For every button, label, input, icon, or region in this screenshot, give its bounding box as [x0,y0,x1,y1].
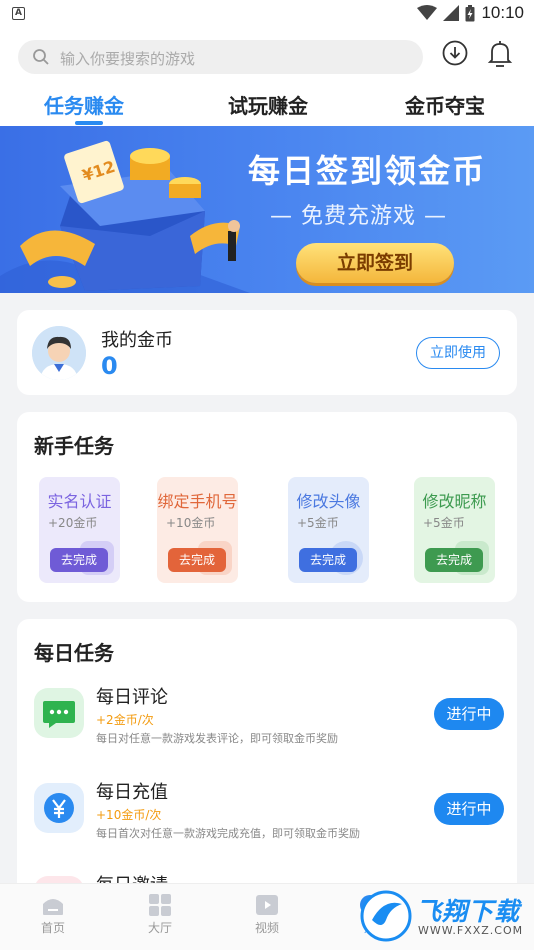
notification-a-icon: A [12,7,25,20]
chat-icon [34,688,84,738]
banner-subtitle: — 免费充游戏 — [270,204,447,229]
tab-coin-treasure[interactable]: 金币夺宝 [405,90,485,119]
task-reward: +5金币 [423,516,465,530]
task-name: 绑定手机号 [157,492,238,511]
tab-task-earn[interactable]: 任务赚金 [44,90,124,119]
task-name: 每日评论 [96,687,168,708]
daily-task-comment: 每日评论 +2金币/次 每日对任意一款游戏发表评论，即可领取金币奖励 进行中 [34,683,504,763]
task-name: 修改昵称 [422,492,487,511]
task-reward: +20金币 [48,516,98,530]
daily-tasks-card: 每日任务 每日评论 +2金币/次 每日对任意一款游戏发表评论，即可领取金币奖励 … [17,619,517,926]
watermark-text: 飞翔下载 [416,897,521,926]
newbie-task-realname[interactable]: 实名认证 +20金币 去完成 [39,477,120,583]
signal-icon [443,5,460,21]
nav-label: 视频 [254,921,279,935]
nav-label: 首页 [40,921,65,935]
banner-title: 每日签到领金币 [248,152,487,190]
task-name: 实名认证 [47,492,112,511]
task-description: 每日对任意一款游戏发表评论，即可领取金币奖励 [96,732,338,745]
gift-box-illustration: ¥12 [0,140,250,293]
user-avatar-icon [32,326,86,380]
watermark-logo-icon [360,890,412,942]
use-now-button[interactable]: 立即使用 [416,337,500,369]
download-icon[interactable] [442,40,468,66]
my-coins-value: 0 [101,352,118,380]
tab-trial-earn[interactable]: 试玩赚金 [228,90,308,119]
go-complete-button[interactable]: 去完成 [425,548,483,572]
newbie-tasks-title: 新手任务 [34,434,114,458]
video-icon [256,895,278,915]
status-bar: A 10:10 [0,0,534,28]
daily-task-recharge: 每日充值 +10金币/次 每日首次对任意一款游戏完成充值，即可领取金币奖励 进行… [34,778,504,858]
clock: 10:10 [481,3,524,22]
task-reward: +5金币 [297,516,339,530]
wifi-icon [417,5,438,20]
watermark: 飞翔下载 WWW.FXXZ.COM [360,888,530,944]
in-progress-button[interactable]: 进行中 [434,793,504,825]
go-complete-button[interactable]: 去完成 [50,548,108,572]
newbie-task-avatar[interactable]: 修改头像 +5金币 去完成 [288,477,369,583]
task-description: 每日首次对任意一款游戏完成充值，即可领取金币奖励 [96,827,360,840]
bell-icon[interactable] [487,40,513,68]
go-complete-button[interactable]: 去完成 [299,548,357,572]
top-bar: 输入你要搜索的游戏 任务赚金 试玩赚金 金币夺宝 [0,28,534,126]
signin-banner[interactable]: ¥12 每日签到领金币 — 免费充游戏 — 立即签到 [0,126,534,293]
search-input[interactable]: 输入你要搜索的游戏 [18,40,423,74]
search-placeholder: 输入你要搜索的游戏 [60,50,196,68]
tab-bar: 任务赚金 试玩赚金 金币夺宝 [0,88,534,126]
nav-hall[interactable]: 大厅 [130,894,190,936]
task-name: 修改头像 [296,492,361,511]
tab-active-indicator [75,121,103,125]
go-complete-button[interactable]: 去完成 [168,548,226,572]
newbie-task-bind-phone[interactable]: 绑定手机号 +10金币 去完成 [157,477,238,583]
newbie-tasks-card: 新手任务 实名认证 +20金币 去完成 绑定手机号 +10金币 去完成 修改头像… [17,412,517,602]
task-reward: +10金币 [166,516,216,530]
yuan-icon [34,783,84,833]
newbie-task-nickname[interactable]: 修改昵称 +5金币 去完成 [414,477,495,583]
task-reward: +10金币/次 [96,808,162,822]
watermark-url: WWW.FXXZ.COM [418,924,524,937]
signin-button[interactable]: 立即签到 [296,243,454,283]
home-icon [43,899,63,915]
nav-label: 大厅 [147,921,172,935]
task-reward: +2金币/次 [96,713,154,727]
my-coins-card: 我的金币 0 立即使用 [17,310,517,395]
my-coins-label: 我的金币 [101,330,173,351]
search-icon [33,49,49,65]
avatar[interactable] [32,326,86,380]
nav-video[interactable]: 视频 [237,894,297,936]
task-name: 每日充值 [96,782,168,803]
daily-tasks-title: 每日任务 [34,641,114,665]
battery-icon [465,4,475,21]
in-progress-button[interactable]: 进行中 [434,698,504,730]
status-indicators: 10:10 [417,3,524,23]
nav-home[interactable]: 首页 [23,894,83,936]
grid-icon [149,894,171,916]
